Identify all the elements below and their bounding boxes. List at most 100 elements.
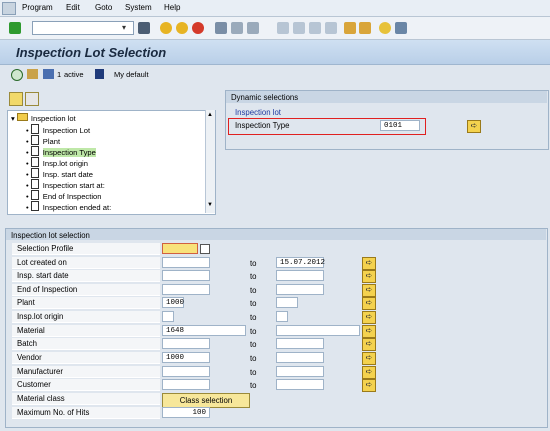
inspection-type-input[interactable]: 0101: [380, 120, 420, 131]
active-label: active: [64, 70, 84, 79]
scroll-up-icon[interactable]: ▲: [207, 112, 213, 118]
material-to-input[interactable]: [276, 325, 360, 336]
label-insp-start-date: Insp. start date: [12, 270, 160, 282]
enter-icon[interactable]: [9, 22, 21, 34]
menu-program[interactable]: Program: [22, 3, 53, 12]
label-batch: Batch: [12, 338, 160, 350]
find-next-icon[interactable]: [247, 22, 259, 34]
document-icon: [30, 179, 39, 189]
insp-lot-origin-from-input[interactable]: [162, 311, 174, 322]
scroll-down-icon[interactable]: ▼: [207, 202, 213, 208]
to-label: to: [250, 327, 257, 336]
tree-item-end-of-inspection[interactable]: • End of Inspection: [26, 190, 101, 201]
max-hits-input[interactable]: 100: [162, 407, 210, 418]
label-vendor: Vendor: [12, 352, 160, 364]
selection-title: Inspection lot selection: [11, 231, 90, 240]
previous-page-icon[interactable]: [293, 22, 305, 34]
multiple-selection-button[interactable]: ➪: [467, 120, 481, 133]
dynamic-group-label: Inspection lot: [235, 108, 281, 117]
plant-from-input[interactable]: 1000: [162, 297, 184, 308]
tree-item-insp-lot-origin[interactable]: • Insp.lot origin: [26, 157, 88, 168]
insp-start-date-to-input[interactable]: [276, 270, 324, 281]
end-of-inspection-to-input[interactable]: [276, 284, 324, 295]
system-menu-icon[interactable]: [2, 2, 16, 15]
multiple-selection-button[interactable]: ➪: [362, 257, 376, 270]
next-page-icon[interactable]: [309, 22, 321, 34]
material-from-input[interactable]: 1648: [162, 325, 246, 336]
multiple-selection-button[interactable]: ➪: [362, 338, 376, 351]
folder-icon: [16, 113, 28, 121]
info-icon[interactable]: [95, 69, 104, 79]
insp-lot-origin-to-input[interactable]: [276, 311, 288, 322]
label-manufacturer: Manufacturer: [12, 366, 160, 378]
batch-from-input[interactable]: [162, 338, 210, 349]
save-icon[interactable]: [138, 22, 150, 34]
label-insp-lot-origin: Insp.lot origin: [12, 311, 160, 323]
layout-menu-icon[interactable]: [395, 22, 407, 34]
multiple-selection-button[interactable]: ➪: [362, 284, 376, 297]
create-session-icon[interactable]: [344, 22, 356, 34]
multiple-selection-button[interactable]: ➪: [362, 270, 376, 283]
tree-root[interactable]: ▾ Inspection lot: [11, 113, 76, 123]
multiple-selection-button[interactable]: ➪: [362, 352, 376, 365]
tree-scrollbar[interactable]: ▲ ▼: [205, 110, 215, 213]
tree-item-inspection-start-at[interactable]: • Inspection start at:: [26, 179, 105, 190]
to-label: to: [250, 340, 257, 349]
tree-item-plant[interactable]: • Plant: [26, 135, 60, 146]
vendor-from-input[interactable]: 1000: [162, 352, 210, 363]
matchcode-icon[interactable]: [200, 244, 210, 254]
document-icon: [30, 190, 39, 200]
customer-to-input[interactable]: [276, 379, 324, 390]
menu-goto[interactable]: Goto: [95, 3, 112, 12]
lot-created-to-input[interactable]: 15.07.2012: [276, 257, 325, 268]
get-variant-icon[interactable]: [27, 69, 38, 79]
manufacturer-to-input[interactable]: [276, 366, 324, 377]
help-icon[interactable]: [379, 22, 391, 34]
tree-item-inspection-type[interactable]: • Inspection Type: [26, 146, 96, 157]
multiple-selection-button[interactable]: ➪: [362, 366, 376, 379]
exit-icon[interactable]: [176, 22, 188, 34]
multiple-selection-button[interactable]: ➪: [362, 311, 376, 324]
execute-icon[interactable]: [11, 69, 23, 81]
command-field[interactable]: [32, 21, 134, 35]
vendor-to-input[interactable]: [276, 352, 324, 363]
manufacturer-from-input[interactable]: [162, 366, 210, 377]
back-icon[interactable]: [160, 22, 172, 34]
tree-item-inspection-lot[interactable]: • Inspection Lot: [26, 124, 90, 135]
command-dropdown-icon[interactable]: ▾: [122, 23, 126, 32]
find-icon[interactable]: [231, 22, 243, 34]
label-maximum-hits: Maximum No. of Hits: [12, 407, 160, 419]
expand-button[interactable]: [9, 92, 23, 106]
last-page-icon[interactable]: [325, 22, 337, 34]
document-icon: [30, 135, 39, 145]
selection-profile-input[interactable]: [162, 243, 198, 254]
delete-button[interactable]: [25, 92, 39, 106]
print-icon[interactable]: [215, 22, 227, 34]
class-selection-button[interactable]: Class selection: [162, 393, 250, 408]
first-page-icon[interactable]: [277, 22, 289, 34]
insp-start-date-from-input[interactable]: [162, 270, 210, 281]
menu-help[interactable]: Help: [164, 3, 180, 12]
multiple-selection-button[interactable]: ➪: [362, 297, 376, 310]
my-default-link[interactable]: My default: [114, 70, 149, 79]
to-label: to: [250, 313, 257, 322]
cancel-icon[interactable]: [192, 22, 204, 34]
label-selection-profile: Selection Profile: [12, 243, 160, 255]
multiple-selection-button[interactable]: ➪: [362, 325, 376, 338]
menu-system[interactable]: System: [125, 3, 152, 12]
tree-item-insp-start-date[interactable]: • Insp. start date: [26, 168, 93, 179]
field-tree: ▾ Inspection lot • Inspection Lot • Plan…: [7, 110, 216, 215]
dynamic-selections-icon[interactable]: [43, 69, 54, 79]
customer-from-input[interactable]: [162, 379, 210, 390]
end-of-inspection-from-input[interactable]: [162, 284, 210, 295]
tree-item-inspection-ended-at[interactable]: • Inspection ended at:: [26, 201, 111, 212]
plant-to-input[interactable]: [276, 297, 298, 308]
menu-bar: Program Edit Goto System Help: [0, 0, 550, 17]
lot-created-from-input[interactable]: [162, 257, 210, 268]
label-end-of-inspection: End of Inspection: [12, 284, 160, 296]
document-icon: [30, 146, 39, 156]
batch-to-input[interactable]: [276, 338, 324, 349]
menu-edit[interactable]: Edit: [66, 3, 80, 12]
multiple-selection-button[interactable]: ➪: [362, 379, 376, 392]
shortcut-icon[interactable]: [359, 22, 371, 34]
